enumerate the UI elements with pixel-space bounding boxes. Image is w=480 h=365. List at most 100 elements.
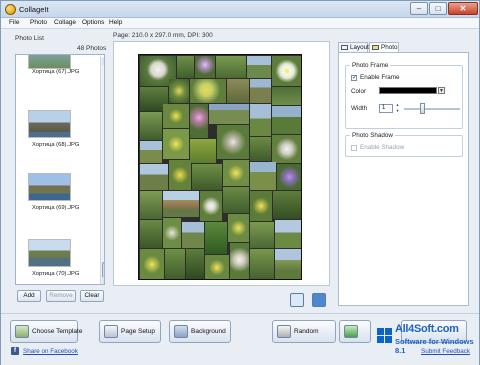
collage-photo[interactable] (223, 160, 249, 186)
collage-photo[interactable] (275, 249, 301, 279)
windows-logo-icon (377, 328, 393, 344)
collage-photo[interactable] (250, 104, 271, 136)
collage-photo[interactable] (216, 56, 246, 78)
collage-photo[interactable] (223, 187, 249, 213)
photo-icon (372, 45, 379, 50)
collage-photo[interactable] (273, 191, 301, 219)
photo-list[interactable]: Хортица (67).JPG Хортица (68).JPG Хортиц… (15, 54, 105, 285)
page-info: Page: 210.0 x 297.0 mm, DPI: 300 (113, 32, 213, 39)
collage-photo[interactable] (250, 162, 276, 190)
collage-photo[interactable] (217, 125, 249, 159)
scroll-down-icon[interactable]: ▼ (102, 277, 104, 284)
collage-photo[interactable] (190, 139, 216, 163)
minimize-button[interactable]: – (410, 2, 428, 15)
choose-template-button[interactable]: Choose Template (10, 320, 82, 343)
collage-photo[interactable] (227, 79, 249, 103)
collage-photo[interactable] (140, 191, 162, 219)
collage-canvas-area[interactable] (113, 41, 330, 286)
menu-photo[interactable]: Photo (30, 19, 47, 26)
spin-down-icon[interactable]: ▼ (395, 109, 400, 113)
collage-photo[interactable] (205, 255, 229, 279)
close-button[interactable]: ✕ (448, 2, 478, 15)
menu-help[interactable]: Help (109, 19, 122, 26)
collage-photo[interactable] (205, 222, 227, 254)
page-setup-button[interactable]: Page Setup (99, 320, 161, 343)
clear-button[interactable]: Clear (80, 290, 104, 302)
collage-photo[interactable] (250, 137, 271, 161)
spin-up-icon[interactable]: ▲ (395, 103, 400, 107)
width-slider-thumb[interactable] (420, 103, 425, 114)
list-item[interactable]: Хортица (69).JPG (22, 173, 98, 217)
collage-photo[interactable] (163, 191, 199, 217)
fit-to-window-icon[interactable] (312, 293, 326, 307)
photo-list-scrollbar[interactable]: ▲ ▼ (100, 57, 104, 284)
menu-options[interactable]: Options (82, 19, 104, 26)
collage-preview[interactable] (138, 54, 302, 280)
list-item[interactable]: Хортица (70).JPG (22, 239, 98, 283)
crop-icon[interactable] (290, 293, 304, 307)
collage-photo[interactable] (275, 220, 301, 248)
random-button[interactable]: Random (272, 320, 336, 343)
collage-photo[interactable] (163, 104, 189, 128)
collage-photo[interactable] (140, 249, 164, 279)
random-icon (277, 325, 291, 338)
collage-photo[interactable] (169, 160, 191, 190)
collage-photo[interactable] (140, 164, 168, 190)
list-item[interactable]: Хортица (67).JPG (22, 55, 98, 75)
collage-photo[interactable] (272, 56, 301, 86)
collage-photo[interactable] (165, 249, 185, 279)
collage-photo[interactable] (250, 249, 274, 279)
collage-photo[interactable] (190, 104, 208, 138)
menu-collage[interactable]: Collage (54, 19, 76, 26)
add-button[interactable]: Add (17, 290, 41, 302)
photo-shadow-group: Photo Shadow Enable Shadow (345, 132, 463, 157)
chevron-down-icon[interactable]: ▼ (438, 87, 445, 94)
collage-photo[interactable] (163, 218, 181, 248)
photo-settings-panel: Photo Frame ✓ Enable Frame Color ▼ Width… (338, 52, 469, 306)
menu-file[interactable]: File (9, 19, 19, 26)
collage-photo[interactable] (250, 222, 274, 248)
scroll-thumb[interactable] (102, 262, 104, 278)
collage-photo[interactable] (250, 79, 271, 103)
collage-photo[interactable] (186, 249, 204, 279)
share-facebook-link[interactable]: Share on Facebook (23, 348, 78, 355)
collage-photo[interactable] (140, 112, 162, 140)
collage-photo[interactable] (230, 243, 249, 279)
collage-photo[interactable] (272, 87, 301, 105)
collage-photo[interactable] (163, 129, 189, 159)
collage-photo[interactable] (182, 222, 204, 248)
width-slider-track[interactable] (404, 108, 460, 110)
collage-photo[interactable] (209, 104, 249, 124)
collage-photo[interactable] (169, 79, 189, 103)
width-input[interactable]: 1 (379, 104, 393, 113)
enable-shadow-checkbox[interactable] (351, 145, 357, 151)
collage-photo[interactable] (195, 56, 215, 78)
site-watermark: All4Soft.com Software for Windows 8.1 (377, 322, 480, 355)
collage-photo[interactable] (228, 214, 249, 242)
frame-color-swatch[interactable] (379, 87, 437, 94)
list-item[interactable]: Хортица (68).JPG (22, 110, 98, 154)
background-label: Background (191, 328, 226, 335)
collage-photo[interactable] (190, 79, 226, 103)
collage-photo[interactable] (272, 106, 301, 134)
collage-photo[interactable] (250, 191, 272, 221)
enable-frame-label: Enable Frame (360, 74, 400, 81)
photo-thumbnail (28, 110, 71, 138)
background-button[interactable]: Background (169, 320, 231, 343)
collage-photo[interactable] (192, 164, 222, 190)
collage-photo[interactable] (177, 56, 194, 78)
enable-frame-checkbox[interactable]: ✓ (351, 75, 357, 81)
maximize-button[interactable]: □ (429, 2, 447, 15)
collage-photo[interactable] (247, 56, 271, 78)
collage-photo[interactable] (272, 135, 301, 163)
collage-photo[interactable] (200, 191, 222, 221)
scroll-up-icon[interactable]: ▲ (102, 58, 104, 65)
collage-photo[interactable] (140, 220, 162, 248)
remove-button[interactable]: Remove (46, 290, 76, 302)
collage-photo[interactable] (140, 141, 162, 163)
build-button[interactable] (339, 320, 371, 343)
page-setup-label: Page Setup (121, 328, 155, 335)
photo-filename: Хортица (67).JPG (32, 69, 80, 75)
collage-photo[interactable] (277, 164, 301, 190)
facebook-icon[interactable]: f (11, 347, 19, 355)
